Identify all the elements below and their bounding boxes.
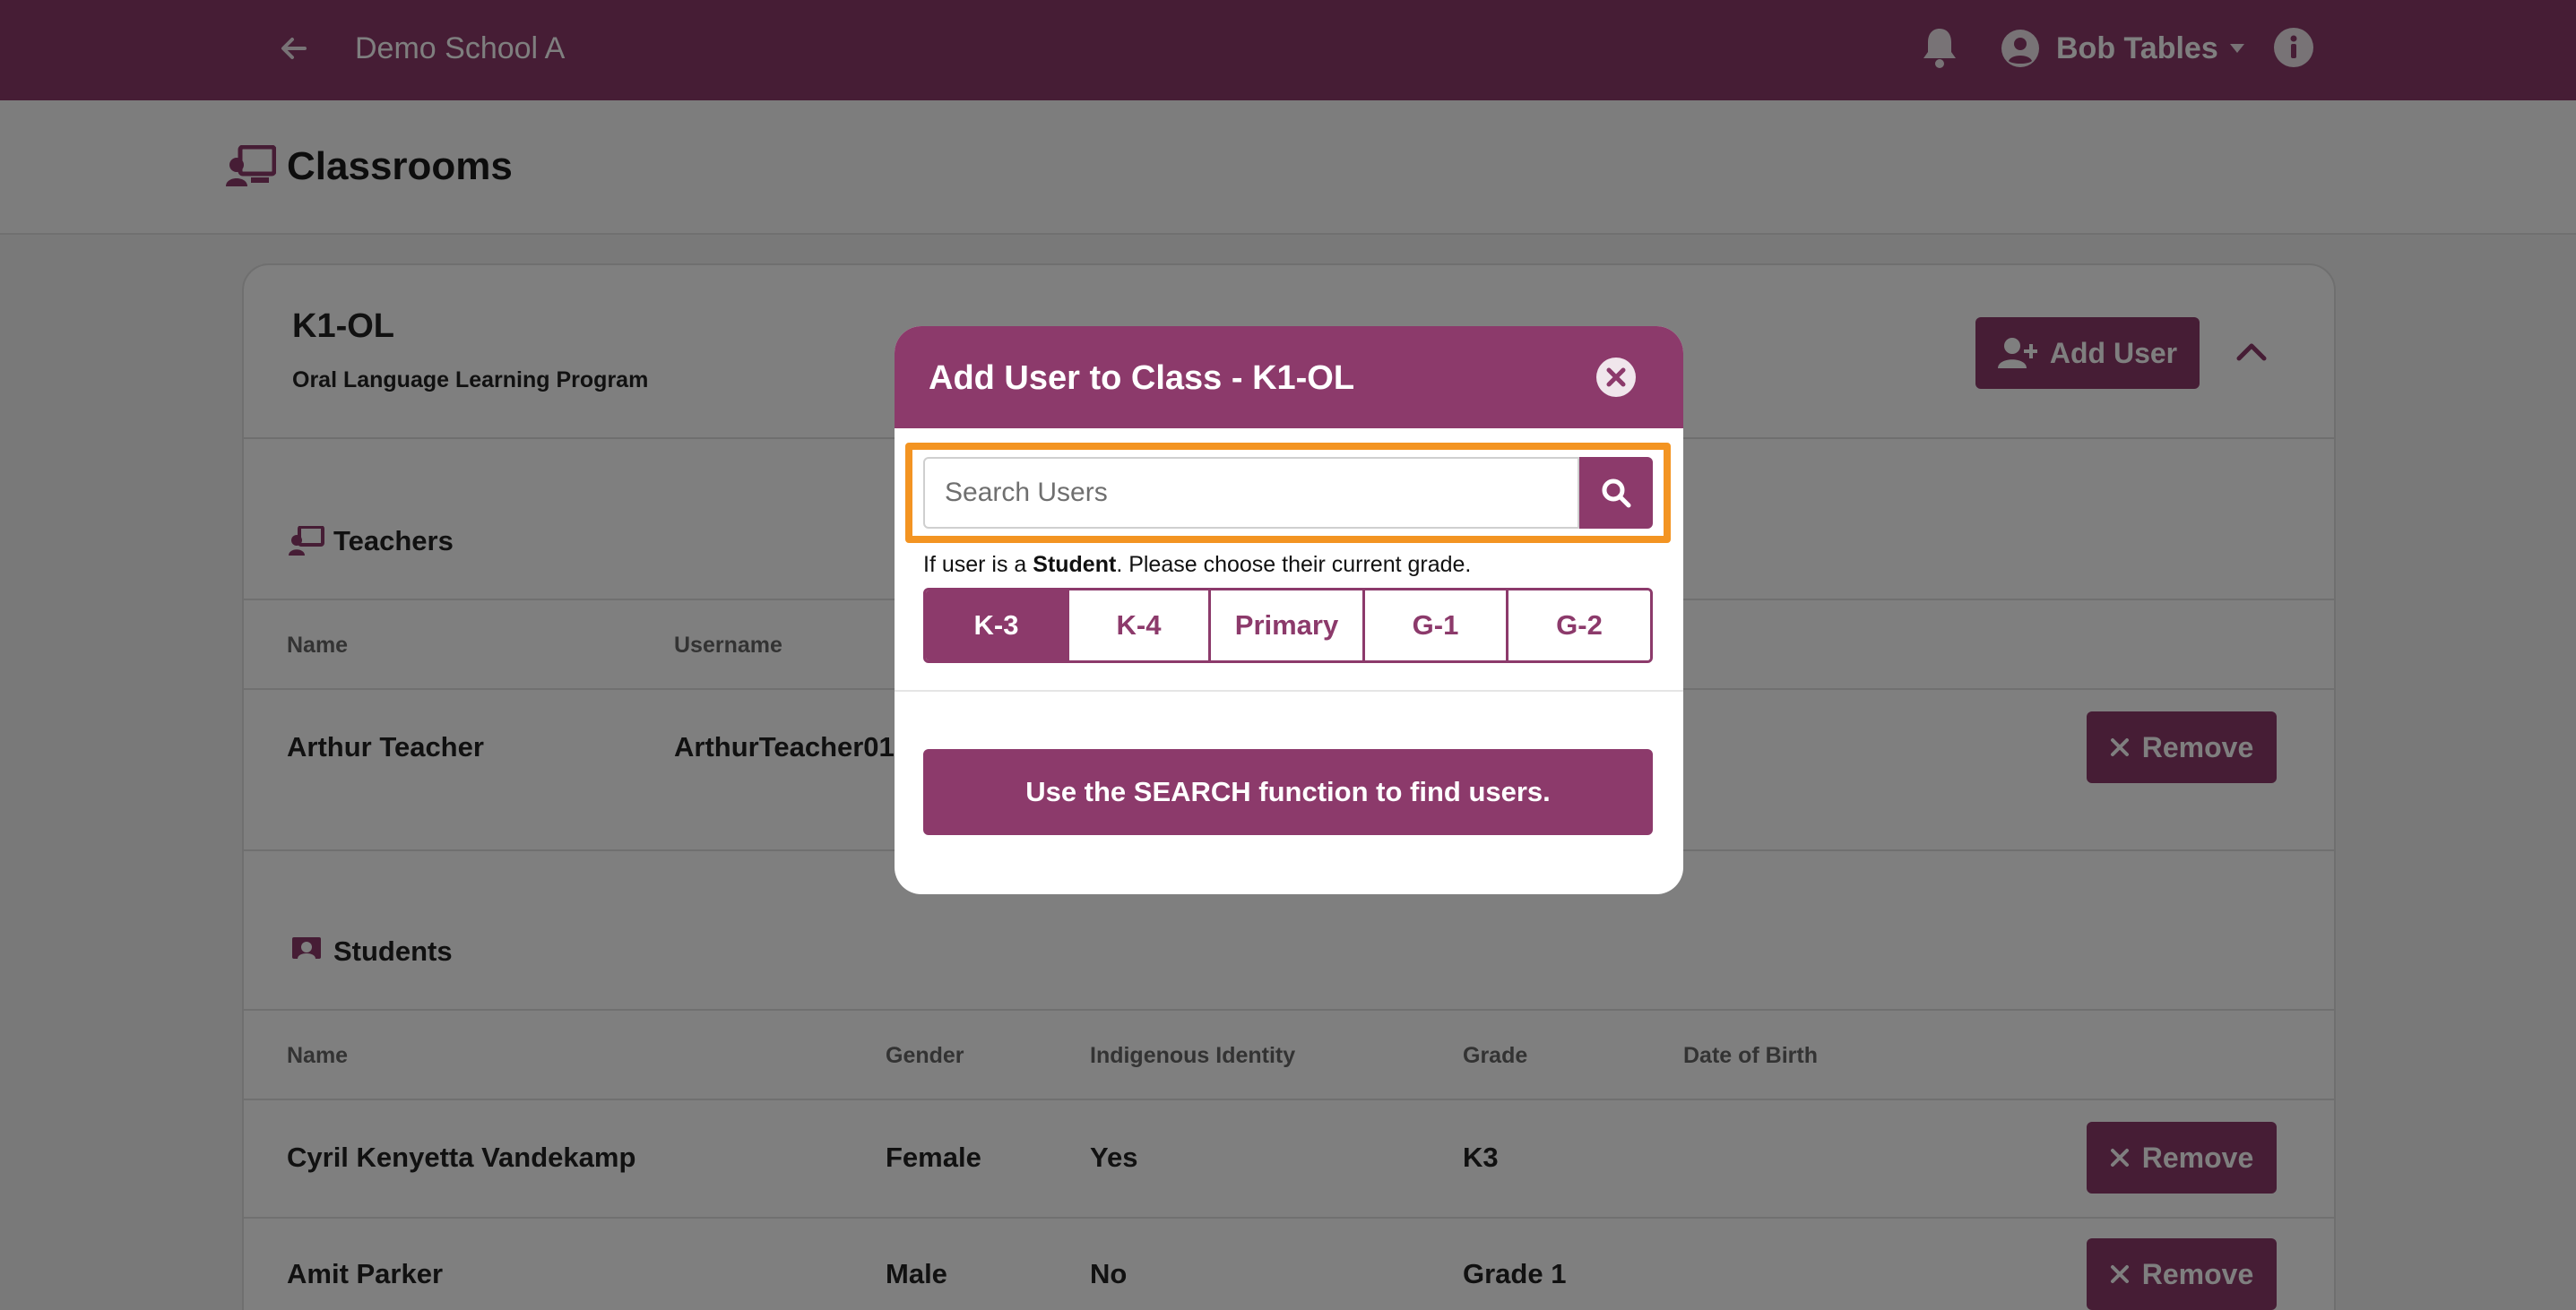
modal-title: Add User to Class - K1-OL	[929, 359, 1355, 397]
add-user-modal: Add User to Class - K1-OL If user is a S…	[895, 326, 1683, 894]
grade-option-g1[interactable]: G-1	[1365, 590, 1508, 660]
grade-option-k4[interactable]: K-4	[1069, 590, 1211, 660]
grade-note-suffix: . Please choose their current grade.	[1116, 552, 1472, 577]
grade-note-prefix: If user is a	[923, 552, 1033, 577]
grade-option-k3[interactable]: K-3	[926, 590, 1069, 660]
grade-selector: K-3 K-4 Primary G-1 G-2	[923, 588, 1653, 663]
grade-note: If user is a Student. Please choose thei…	[923, 548, 1471, 581]
modal-header: Add User to Class - K1-OL	[895, 326, 1683, 428]
search-icon	[1602, 478, 1631, 508]
grade-option-primary[interactable]: Primary	[1211, 590, 1365, 660]
grade-note-bold: Student	[1033, 552, 1117, 577]
divider	[895, 690, 1683, 692]
grade-option-g2[interactable]: G-2	[1508, 590, 1650, 660]
close-icon[interactable]	[1595, 357, 1637, 398]
search-hint-message: Use the SEARCH function to find users.	[923, 749, 1653, 835]
search-input[interactable]	[923, 457, 1579, 529]
search-button[interactable]	[1579, 457, 1653, 529]
